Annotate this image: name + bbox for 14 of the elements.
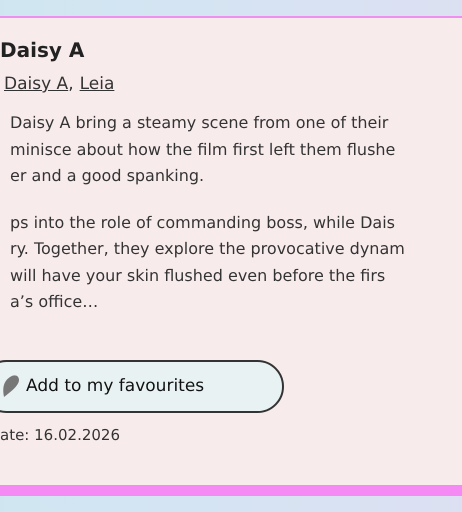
description-line: ry. Together, they explore the provocative dynam — [9, 238, 405, 260]
release-date: ate: 16.02.2026 — [0, 424, 122, 446]
description-line: will have your skin flushed even before the firs — [9, 264, 386, 286]
scene-title: Daisy A — [0, 37, 86, 64]
description-line: minisce about how the film first left them flushe — [9, 138, 396, 160]
description-line: ps into the role of commanding boss, while Dais — [9, 212, 395, 234]
description-line: er and a good spanking. — [9, 165, 204, 187]
performer-link[interactable]: Daisy A — [4, 72, 68, 96]
description-line: a’s office… — [9, 291, 98, 313]
heart-icon — [2, 373, 20, 399]
description-line: Daisy A bring a steamy scene from one of their — [9, 112, 388, 134]
performer-link[interactable]: Leia — [80, 72, 114, 96]
favourite-button[interactable]: Add to my favourites — [0, 360, 284, 412]
separator: , — [68, 73, 74, 96]
